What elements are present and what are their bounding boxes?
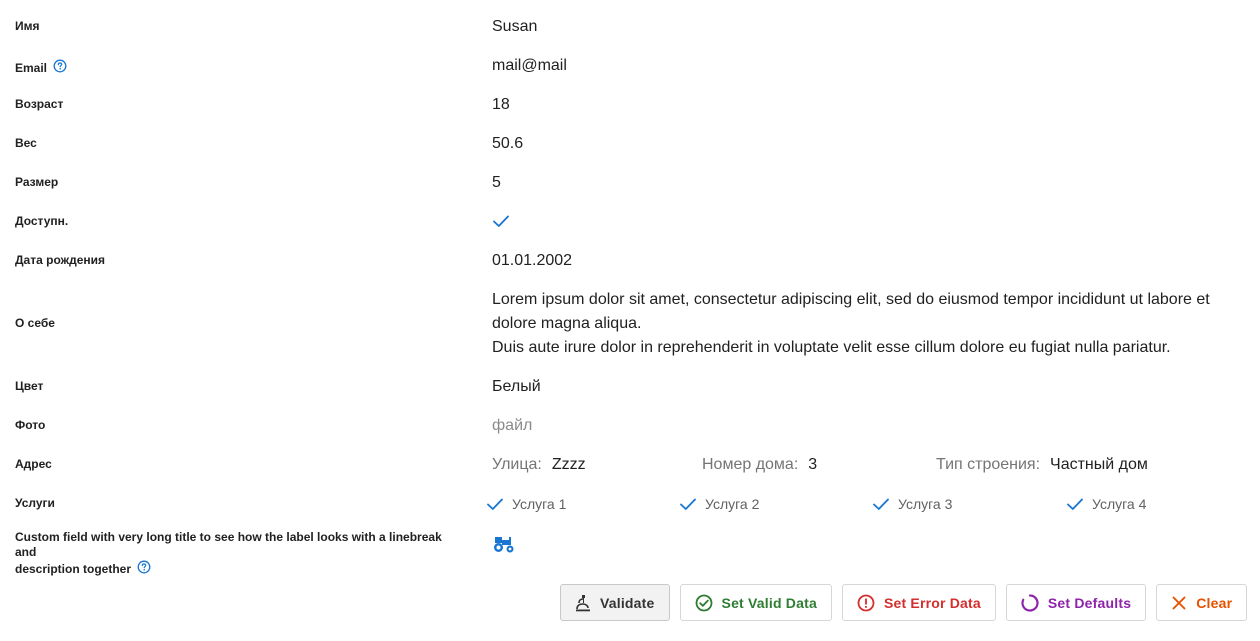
custom-label-line: description together: [15, 561, 132, 576]
field-label-name: Имя: [15, 19, 40, 33]
service-label: Услуга 3: [898, 496, 953, 512]
set-defaults-label: Set Defaults: [1047, 594, 1132, 611]
check-icon: [680, 498, 696, 510]
address-type-label: Тип строения:: [936, 456, 1041, 473]
address-type[interactable]: Тип строения: Частный дом: [936, 453, 1148, 477]
field-label-services: Услуги: [15, 496, 55, 510]
field-label-custom: Custom field with very long title to see…: [15, 530, 455, 578]
set-valid-data-label: Set Valid Data: [721, 594, 817, 611]
custom-label-line-wrap: description together: [15, 560, 455, 578]
address-type-value: Частный дом: [1050, 456, 1148, 473]
address-house-label: Номер дома:: [702, 456, 799, 473]
field-row-name: Имя Susan: [0, 15, 1260, 39]
field-label-birthdate: Дата рождения: [15, 253, 106, 267]
microscope-icon: [576, 594, 590, 611]
field-value-color[interactable]: Белый: [492, 375, 541, 399]
field-row-email: Email mail@mail: [0, 54, 1260, 78]
error-circle-icon: [857, 594, 875, 611]
field-value-name[interactable]: Susan: [492, 15, 537, 39]
service-item[interactable]: Услуга 3: [872, 495, 952, 513]
check-icon: [493, 215, 509, 227]
field-label-size: Размер: [15, 175, 59, 189]
tractor-icon[interactable]: [492, 534, 516, 562]
about-line: dolore magna aliqua.: [492, 315, 642, 332]
field-row-age: Возраст 18: [0, 93, 1260, 117]
service-label: Услуга 4: [1092, 496, 1147, 512]
field-label-email: Email: [15, 59, 455, 77]
address-street-value: Zzzz: [551, 456, 586, 473]
field-value-size[interactable]: 5: [492, 171, 501, 195]
field-row-about: О себе Lorem ipsum dolor sit amet, conse…: [0, 288, 1260, 360]
check-circle-icon: [695, 594, 712, 611]
set-error-data-button[interactable]: Set Error Data: [841, 584, 996, 621]
field-label-photo: Фото: [15, 418, 46, 432]
field-label-color: Цвет: [15, 379, 44, 393]
action-buttons: Validate Set Valid Data Set Error Data S…: [560, 584, 1248, 621]
file-input-placeholder[interactable]: файл: [492, 414, 532, 438]
clear-button[interactable]: Clear: [1156, 584, 1248, 621]
field-row-birthdate: Дата рождения 01.01.2002: [0, 249, 1260, 273]
field-label-weight: Вес: [15, 136, 37, 150]
help-icon[interactable]: [53, 59, 67, 77]
set-defaults-button[interactable]: Set Defaults: [1005, 584, 1147, 621]
close-icon: [1172, 596, 1186, 609]
help-icon[interactable]: [137, 560, 151, 578]
address-house-value: 3: [808, 456, 818, 473]
field-value-email[interactable]: mail@mail: [492, 54, 567, 78]
field-label-address: Адрес: [15, 457, 52, 471]
custom-label-line: Custom field with very long title to see…: [15, 530, 442, 559]
field-row-available: Доступн.: [0, 210, 1260, 234]
service-item[interactable]: Услуга 1: [486, 495, 566, 513]
field-row-color: Цвет Белый: [0, 375, 1260, 399]
loading-circle-icon: [1021, 593, 1039, 612]
field-row-services: Услуги Услуга 1 Услуга 2 Услуга 3 Услуга…: [0, 492, 1260, 516]
field-row-address: Адрес Улица: Zzzz Номер дома: 3 Тип стро…: [0, 453, 1260, 477]
field-row-size: Размер 5: [0, 171, 1260, 195]
address-house[interactable]: Номер дома: 3: [702, 453, 817, 477]
field-value-age[interactable]: 18: [492, 93, 510, 117]
field-row-photo: Фото файл: [0, 414, 1260, 438]
field-value-weight[interactable]: 50.6: [492, 132, 523, 156]
field-label-available: Доступн.: [15, 214, 69, 228]
service-item[interactable]: Услуга 2: [679, 495, 759, 513]
check-icon: [873, 498, 889, 510]
field-value-available[interactable]: [492, 212, 510, 238]
validate-button[interactable]: Validate: [560, 584, 670, 621]
field-label-email-text: Email: [15, 60, 48, 75]
service-label: Услуга 1: [512, 496, 567, 512]
address-street[interactable]: Улица: Zzzz: [492, 453, 586, 477]
field-row-custom: Custom field with very long title to see…: [0, 530, 1260, 576]
service-item[interactable]: Услуга 4: [1066, 495, 1146, 513]
check-icon: [487, 498, 503, 510]
about-line: Duis aute irure dolor in reprehenderit i…: [492, 339, 1171, 356]
field-row-weight: Вес 50.6: [0, 132, 1260, 156]
about-line: Lorem ipsum dolor sit amet, consectetur …: [492, 291, 1210, 308]
set-valid-data-button[interactable]: Set Valid Data: [679, 584, 832, 621]
validate-button-label: Validate: [600, 594, 655, 611]
clear-label: Clear: [1196, 594, 1233, 611]
field-label-age: Возраст: [15, 97, 64, 111]
service-label: Услуга 2: [705, 496, 760, 512]
check-icon: [1067, 498, 1083, 510]
set-error-data-label: Set Error Data: [883, 594, 981, 611]
field-value-birthdate[interactable]: 01.01.2002: [492, 249, 572, 273]
field-label-about: О себе: [15, 316, 55, 330]
field-value-about[interactable]: Lorem ipsum dolor sit amet, consectetur …: [492, 288, 1232, 360]
address-street-label: Улица:: [492, 456, 542, 473]
